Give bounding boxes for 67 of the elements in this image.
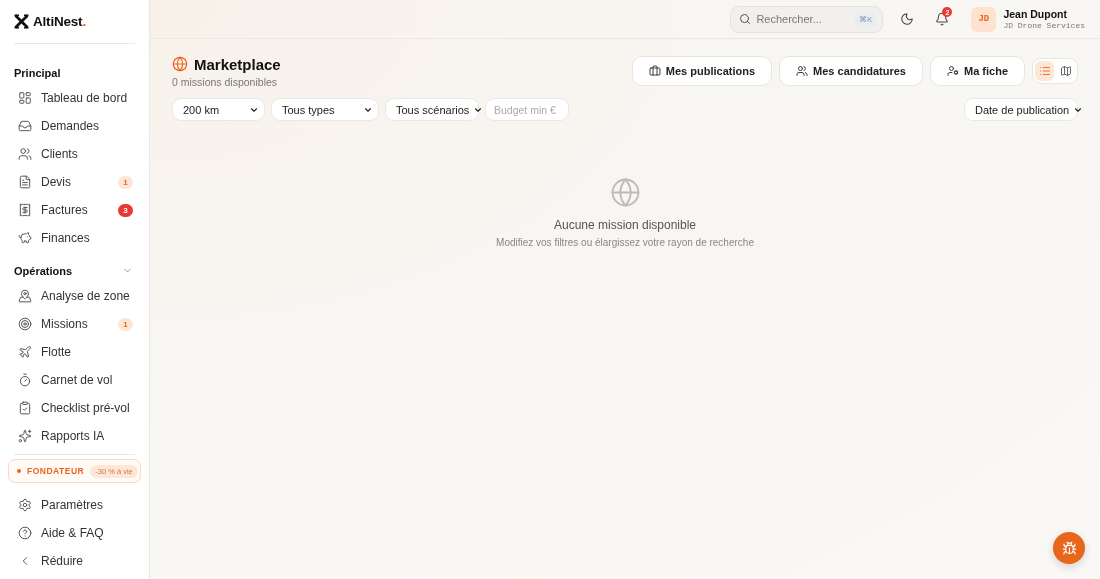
sidebar-item[interactable]: Checklist pré-vol	[8, 394, 141, 422]
user-company: JD Drone Services	[1003, 20, 1085, 31]
list-icon	[1038, 65, 1051, 77]
sidebar-item[interactable]: Clients	[8, 140, 141, 168]
filter-select[interactable]: Tous scénarios	[385, 98, 479, 121]
globe-icon	[609, 177, 641, 208]
sidebar-item[interactable]: Carnet de vol	[8, 366, 141, 394]
help-icon	[18, 526, 32, 540]
dashboard-icon	[18, 91, 32, 105]
sidebar-item[interactable]: Finances	[8, 224, 141, 252]
budget-field[interactable]: Budget min €	[485, 98, 569, 121]
sidebar-item[interactable]: Réduire	[8, 547, 141, 575]
sidebar-item[interactable]: Missions 1	[8, 310, 141, 338]
logo-icon	[14, 14, 29, 29]
action-button[interactable]: Mes publications	[631, 56, 773, 86]
sidebar-item[interactable]: Analyse de zone	[8, 282, 141, 310]
user-name: Jean Dupont	[1003, 7, 1068, 20]
plan-label: FONDATEUR	[27, 466, 85, 476]
section-heading: Opérations	[14, 264, 73, 277]
sidebar-item[interactable]: Aide & FAQ	[8, 519, 141, 547]
moon-icon	[900, 12, 915, 26]
bug-icon	[1061, 540, 1077, 556]
sidebar-item[interactable]: Devis 1	[8, 168, 141, 196]
sidebar-item[interactable]: Factures 3	[8, 196, 141, 224]
settings-icon	[18, 498, 32, 512]
page-title: Marketplace	[194, 55, 281, 73]
action-button[interactable]: Mes candidatures	[779, 56, 923, 86]
bell-icon	[935, 12, 950, 26]
page-subtitle: 0 missions disponibles	[172, 76, 279, 88]
user-settings-icon	[947, 65, 959, 77]
users-icon	[18, 147, 32, 161]
sparkles-icon	[18, 429, 32, 443]
inbox-icon	[18, 119, 32, 133]
empty-message: Modifiez vos filtres ou élargissez votre rayon de recherche	[496, 237, 754, 248]
count-badge: 1	[118, 317, 133, 331]
sidebar-item[interactable]: Rapports IA	[8, 422, 141, 450]
search-icon	[739, 13, 752, 25]
section-heading: Principal	[14, 66, 61, 79]
count-badge: 1	[118, 175, 133, 189]
users-icon	[796, 65, 809, 77]
user-avatar: JD	[971, 6, 997, 32]
sidebar-item[interactable]: Demandes	[8, 112, 141, 140]
action-button[interactable]: Ma fiche	[930, 56, 1025, 86]
view-button[interactable]	[1035, 61, 1054, 81]
filter-select[interactable]: Tous types	[271, 98, 379, 121]
clipboard-check-icon	[18, 401, 32, 415]
target-icon	[18, 317, 32, 331]
sidebar-item[interactable]: Tableau de bord	[8, 84, 141, 112]
empty-title: Aucune mission disponible	[553, 218, 697, 232]
shortcut-key: ⌘K	[855, 11, 877, 27]
count-badge: 3	[118, 203, 133, 217]
receipt-icon	[18, 203, 32, 217]
document-icon	[18, 175, 32, 189]
search-input[interactable]: Rechercher...	[756, 13, 851, 25]
piggy-bank-icon	[18, 231, 32, 245]
map-icon	[1059, 65, 1072, 77]
plane-icon	[18, 345, 32, 359]
filter-select[interactable]: 200 km	[172, 98, 265, 121]
dot-icon	[17, 469, 21, 473]
map-pin-icon	[18, 289, 32, 303]
sidebar-item[interactable]: Paramètres	[8, 491, 141, 519]
logo-text: AltiNest.	[33, 14, 86, 29]
sort-select[interactable]: Date de publication	[964, 98, 1078, 121]
timer-icon	[18, 373, 32, 387]
sidebar-item[interactable]: Flotte	[8, 338, 141, 366]
globe-icon	[172, 56, 188, 72]
briefcase-icon	[648, 65, 661, 77]
